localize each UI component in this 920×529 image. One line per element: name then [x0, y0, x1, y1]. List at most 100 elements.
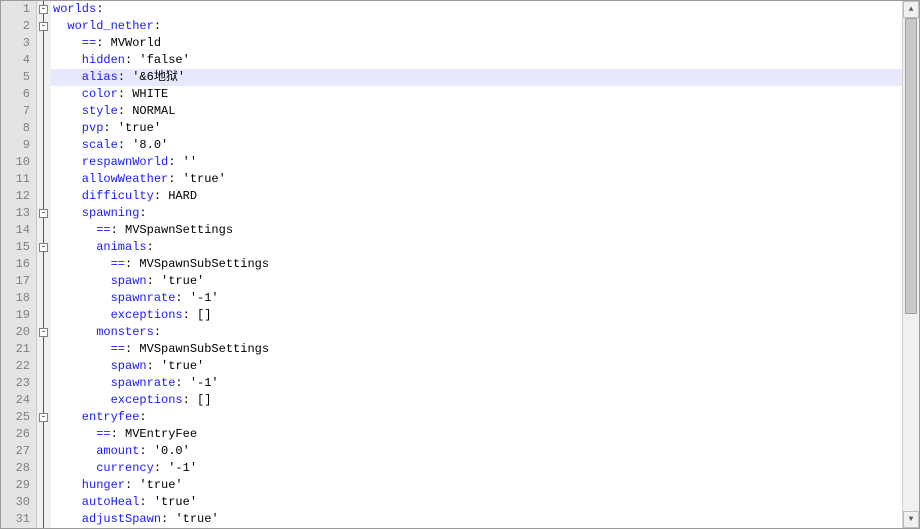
- code-line[interactable]: 31 adjustSpawn: 'true': [1, 511, 919, 528]
- yaml-colon: :: [147, 359, 161, 373]
- code-line[interactable]: 14 ==: MVSpawnSettings: [1, 222, 919, 239]
- code-line[interactable]: 5 alias: '&6地狱': [1, 69, 919, 86]
- code-line[interactable]: 29 hunger: 'true': [1, 477, 919, 494]
- code-content[interactable]: spawn: 'true': [51, 273, 919, 290]
- code-content[interactable]: style: NORMAL: [51, 103, 919, 120]
- code-line[interactable]: 7 style: NORMAL: [1, 103, 919, 120]
- code-line[interactable]: 25- entryfee:: [1, 409, 919, 426]
- fold-column: -: [37, 409, 51, 426]
- code-line[interactable]: 13- spawning:: [1, 205, 919, 222]
- code-line[interactable]: 6 color: WHITE: [1, 86, 919, 103]
- code-content[interactable]: ==: MVSpawnSubSettings: [51, 341, 919, 358]
- line-number: 25: [1, 409, 37, 426]
- yaml-colon: :: [125, 342, 139, 356]
- code-content[interactable]: worlds:: [51, 1, 919, 18]
- code-line[interactable]: 23 spawnrate: '-1': [1, 375, 919, 392]
- fold-toggle-icon[interactable]: -: [39, 22, 48, 31]
- code-line[interactable]: 15- animals:: [1, 239, 919, 256]
- code-content[interactable]: amount: '0.0': [51, 443, 919, 460]
- yaml-colon: :: [154, 19, 161, 33]
- yaml-key: ==: [53, 223, 111, 237]
- fold-column: [37, 256, 51, 273]
- line-number: 18: [1, 290, 37, 307]
- code-content[interactable]: animals:: [51, 239, 919, 256]
- line-number: 5: [1, 69, 37, 86]
- code-line[interactable]: 16 ==: MVSpawnSubSettings: [1, 256, 919, 273]
- code-content[interactable]: color: WHITE: [51, 86, 919, 103]
- code-line[interactable]: 3 ==: MVWorld: [1, 35, 919, 52]
- fold-column: [37, 69, 51, 86]
- code-content[interactable]: currency: '-1': [51, 460, 919, 477]
- code-line[interactable]: 18 spawnrate: '-1': [1, 290, 919, 307]
- fold-toggle-icon[interactable]: -: [39, 5, 48, 14]
- code-line[interactable]: 21 ==: MVSpawnSubSettings: [1, 341, 919, 358]
- code-content[interactable]: hunger: 'true': [51, 477, 919, 494]
- code-content[interactable]: spawnrate: '-1': [51, 375, 919, 392]
- code-content[interactable]: pvp: 'true': [51, 120, 919, 137]
- code-content[interactable]: scale: '8.0': [51, 137, 919, 154]
- yaml-value: 'true': [118, 121, 161, 135]
- code-content[interactable]: monsters:: [51, 324, 919, 341]
- code-line[interactable]: 20- monsters:: [1, 324, 919, 341]
- code-line[interactable]: 8 pvp: 'true': [1, 120, 919, 137]
- code-content[interactable]: ==: MVWorld: [51, 35, 919, 52]
- code-line[interactable]: 17 spawn: 'true': [1, 273, 919, 290]
- code-content[interactable]: exceptions: []: [51, 307, 919, 324]
- code-line[interactable]: 2- world_nether:: [1, 18, 919, 35]
- yaml-colon: :: [168, 172, 182, 186]
- yaml-value: MVSpawnSubSettings: [139, 342, 269, 356]
- fold-column: -: [37, 324, 51, 341]
- code-content[interactable]: respawnWorld: '': [51, 154, 919, 171]
- code-content[interactable]: adjustSpawn: 'true': [51, 511, 919, 528]
- yaml-colon: :: [168, 155, 182, 169]
- scroll-thumb[interactable]: [905, 18, 917, 314]
- fold-toggle-icon[interactable]: -: [39, 209, 48, 218]
- code-editor[interactable]: 1-worlds:2- world_nether:3 ==: MVWorld4 …: [1, 1, 919, 528]
- code-line[interactable]: 12 difficulty: HARD: [1, 188, 919, 205]
- vertical-scrollbar[interactable]: ▲ ▼: [902, 1, 919, 528]
- code-line[interactable]: 4 hidden: 'false': [1, 52, 919, 69]
- scroll-up-button[interactable]: ▲: [903, 1, 919, 18]
- code-content[interactable]: autoHeal: 'true': [51, 494, 919, 511]
- line-number: 24: [1, 392, 37, 409]
- code-content[interactable]: difficulty: HARD: [51, 188, 919, 205]
- line-number: 15: [1, 239, 37, 256]
- code-content[interactable]: entryfee:: [51, 409, 919, 426]
- code-content[interactable]: world_nether:: [51, 18, 919, 35]
- code-line[interactable]: 10 respawnWorld: '': [1, 154, 919, 171]
- code-content[interactable]: exceptions: []: [51, 392, 919, 409]
- code-line[interactable]: 9 scale: '8.0': [1, 137, 919, 154]
- fold-toggle-icon[interactable]: -: [39, 413, 48, 422]
- code-line[interactable]: 11 allowWeather: 'true': [1, 171, 919, 188]
- code-line[interactable]: 19 exceptions: []: [1, 307, 919, 324]
- fold-toggle-icon[interactable]: -: [39, 243, 48, 252]
- fold-column: [37, 460, 51, 477]
- code-line[interactable]: 30 autoHeal: 'true': [1, 494, 919, 511]
- fold-column: -: [37, 18, 51, 35]
- code-line[interactable]: 24 exceptions: []: [1, 392, 919, 409]
- yaml-colon: :: [125, 478, 139, 492]
- fold-toggle-icon[interactable]: -: [39, 328, 48, 337]
- yaml-value: '': [183, 155, 197, 169]
- fold-column: [37, 154, 51, 171]
- scroll-track[interactable]: [903, 18, 919, 511]
- code-content[interactable]: spawning:: [51, 205, 919, 222]
- yaml-value: '0.0': [154, 444, 190, 458]
- code-content[interactable]: spawnrate: '-1': [51, 290, 919, 307]
- code-line[interactable]: 28 currency: '-1': [1, 460, 919, 477]
- code-content[interactable]: alias: '&6地狱': [51, 69, 919, 86]
- code-content[interactable]: hidden: 'false': [51, 52, 919, 69]
- scroll-down-button[interactable]: ▼: [903, 511, 919, 528]
- line-number: 2: [1, 18, 37, 35]
- code-content[interactable]: ==: MVSpawnSubSettings: [51, 256, 919, 273]
- code-content[interactable]: ==: MVSpawnSettings: [51, 222, 919, 239]
- code-content[interactable]: allowWeather: 'true': [51, 171, 919, 188]
- line-number: 30: [1, 494, 37, 511]
- code-line[interactable]: 22 spawn: 'true': [1, 358, 919, 375]
- code-content[interactable]: spawn: 'true': [51, 358, 919, 375]
- code-line[interactable]: 26 ==: MVEntryFee: [1, 426, 919, 443]
- code-line[interactable]: 27 amount: '0.0': [1, 443, 919, 460]
- code-content[interactable]: ==: MVEntryFee: [51, 426, 919, 443]
- code-line[interactable]: 1-worlds:: [1, 1, 919, 18]
- line-number: 19: [1, 307, 37, 324]
